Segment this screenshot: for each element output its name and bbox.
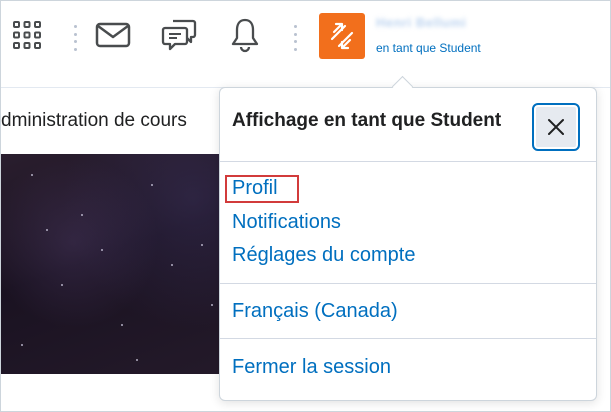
close-button[interactable] (532, 103, 580, 151)
course-admin-link[interactable]: dministration de cours (1, 110, 187, 132)
menu-link-profile[interactable]: Profil (232, 177, 278, 200)
menu-link-account-settings[interactable]: Réglages du compte (232, 244, 415, 267)
menu-link-logout[interactable]: Fermer la session (232, 356, 391, 379)
course-banner-image (1, 154, 241, 374)
apps-grid-icon[interactable] (7, 15, 47, 55)
popover-title: Affichage en tant que Student (232, 110, 502, 131)
separator (73, 25, 77, 51)
divider (220, 161, 596, 162)
bell-icon[interactable] (225, 15, 265, 55)
mail-icon[interactable] (93, 15, 133, 55)
top-navbar: Henri Bellumi en tant que Student (1, 1, 610, 88)
separator (293, 25, 297, 51)
page-frame: Henri Bellumi en tant que Student dminis… (0, 0, 611, 412)
user-menu-popover: Affichage en tant que Student Profil Not… (219, 87, 597, 401)
divider (220, 338, 596, 339)
menu-link-language[interactable]: Français (Canada) (232, 300, 398, 323)
user-role-label[interactable]: en tant que Student (376, 41, 481, 55)
close-icon (548, 119, 564, 135)
user-name[interactable]: Henri Bellumi (376, 15, 486, 33)
switch-arrows-icon[interactable] (319, 13, 365, 59)
divider (220, 283, 596, 284)
chat-icon[interactable] (159, 15, 199, 55)
menu-link-notifications[interactable]: Notifications (232, 211, 341, 234)
